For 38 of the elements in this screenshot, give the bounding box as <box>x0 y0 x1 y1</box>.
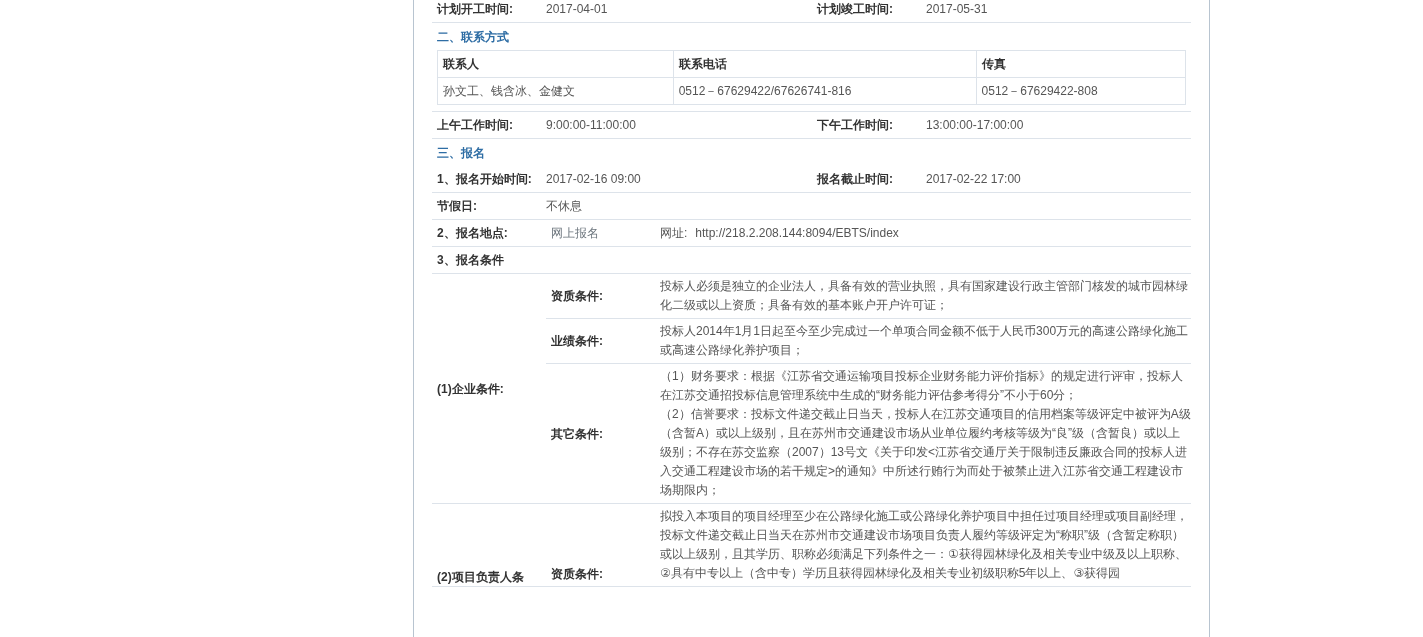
group-label: (1)企业条件: <box>436 380 505 398</box>
field-value: 9:00:00-11:00:00 <box>546 117 637 134</box>
field-label: 下午工作时间: <box>816 117 894 134</box>
field-label: 报名截止时间: <box>816 171 894 188</box>
table-cell: 0512－67629422/67626741-816 <box>673 77 977 105</box>
condition-text: （1）财务要求：根据《江苏省交通运输项目投标企业财务能力评价指标》的规定进行评审，投标人在江苏交通招投标信息管理系统中生成的“财务能力评估参考得分”不小于60分； <box>660 368 1184 404</box>
field-label: 计划开工时间: <box>435 1 514 18</box>
condition-label: 资质条件: <box>550 288 604 305</box>
column-header: 联系电话 <box>673 50 977 78</box>
field-label: 2、报名地点: <box>436 225 509 242</box>
field-value: 不休息 <box>546 198 583 215</box>
condition-label: 业绩条件: <box>550 333 604 350</box>
field-label: 上午工作时间: <box>436 117 514 134</box>
table-cell: 孙文工、钱含冰、金健文 <box>437 77 674 105</box>
condition-text: （2）信誉要求：投标文件递交截止日当天，投标人在江苏交通项目的信用档案等级评定中被评为A级（含暂A）或以上级别，且在苏州市交通建设市场从业单位履约考核等级为“良”级（含暂良）或以上级别；不存在苏交监察（2007）13号文《关于印发<江苏省交通厅关于限制违反廉政合同的投标人进入交通工程建设市场的若干规定>的通知》中所述行贿行为而处于被禁止进入江苏省交通工程建设市场期限内； <box>660 406 1191 499</box>
section-heading: 二、联系方式 <box>436 29 510 46</box>
field-value: 网上报名 <box>550 225 600 242</box>
field-label: 计划竣工时间: <box>815 1 894 18</box>
group-label: (2)项目负责人条 <box>436 569 525 586</box>
field-value: 2017-02-22 17:00 <box>926 171 1022 188</box>
field-label: 网址: <box>660 225 688 242</box>
condition-text: 投标人必须是独立的企业法人，具备有效的营业执照，具有国家建设行政主管部门核发的城市园林绿化二级或以上资质；具备有效的基本账户开户许可证； <box>660 278 1189 314</box>
column-header: 联系人 <box>437 50 674 78</box>
section-heading: 三、报名 <box>436 145 486 162</box>
field-label: 3、报名条件 <box>436 252 505 269</box>
table-cell: 0512－67629422-808 <box>976 77 1186 105</box>
url-text: http://218.2.208.144:8094/EBTS/index <box>695 225 899 242</box>
field-label: 1、报名开始时间: <box>436 171 533 188</box>
condition-label: 资质条件: <box>550 566 604 583</box>
column-header: 传真 <box>976 50 1186 78</box>
condition-text: 拟投入本项目的项目经理至少在公路绿化施工或公路绿化养护项目中担任过项目经理或项目副经理，投标文件递交截止日当天在苏州市交通建设市场项目负责人履约等级评定为“称职”级（含暂定称职）或以上级别，且其学历、职称必须满足下列条件之一：①获得园林绿化及相关专业中级及以上职称、②具有中专以上（含中专）学历且获得园林绿化及相关专业初级职称5年以上、③获得园 <box>660 508 1189 582</box>
field-value: 2017-02-16 09:00 <box>546 171 642 188</box>
field-value: 2017-05-31 <box>926 1 989 18</box>
field-value: 2017-04-01 <box>546 1 609 18</box>
condition-text: 投标人2014年1月1日起至今至少完成过一个单项合同金额不低于人民币300万元的高速公路绿化施工或高速公路绿化养护项目； <box>660 323 1190 359</box>
field-label: 节假日: <box>436 198 478 215</box>
field-value: 13:00:00-17:00:00 <box>926 117 1025 134</box>
condition-label: 其它条件: <box>550 425 604 443</box>
